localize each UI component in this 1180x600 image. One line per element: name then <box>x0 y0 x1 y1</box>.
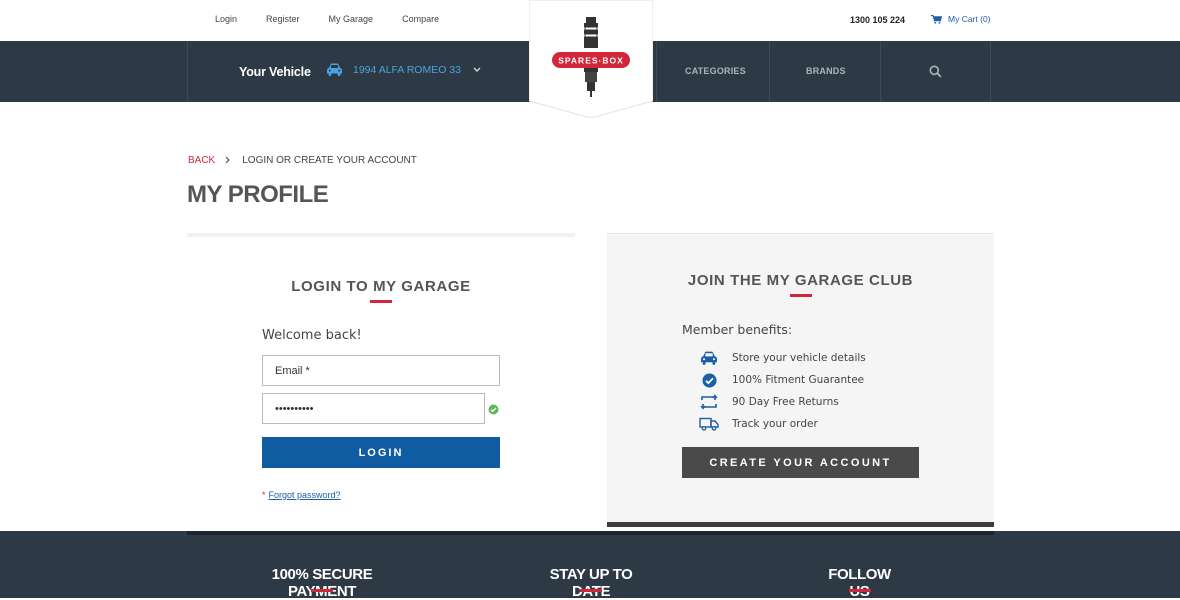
title-underline <box>370 300 392 303</box>
nav-brands[interactable]: BRANDS <box>806 66 846 76</box>
footer-underline <box>849 589 871 592</box>
benefit-item: 90 Day Free Returns <box>697 393 839 411</box>
phone-number[interactable]: 1300 105 224 <box>850 15 905 25</box>
login-title: LOGIN TO MY GARAGE <box>291 278 471 295</box>
check-valid-icon <box>488 402 499 420</box>
benefit-text: 100% Fitment Guarantee <box>732 374 865 386</box>
breadcrumb-back[interactable]: BACK <box>188 155 215 166</box>
car-icon <box>327 63 342 76</box>
footer-underline <box>311 589 333 592</box>
nav-divider <box>656 41 657 102</box>
footer-secure-payment: 100% SECURE PAYMENT <box>271 566 373 600</box>
login-panel: LOGIN TO MY GARAGE Welcome back! LOGIN *… <box>187 233 575 531</box>
join-panel-bottom-border <box>607 522 994 527</box>
email-field[interactable] <box>262 355 500 386</box>
benefit-text: Track your order <box>732 418 818 430</box>
breadcrumb: BACK LOGIN OR CREATE YOUR ACCOUNT <box>188 155 417 166</box>
top-link-register[interactable]: Register <box>266 14 300 24</box>
top-link-login[interactable]: Login <box>215 14 237 24</box>
truck-icon <box>697 415 721 433</box>
footer: 100% SECURE PAYMENT STAY UP TO DATE FOLL… <box>0 531 1180 600</box>
forgot-star: * <box>262 490 266 500</box>
nav-divider <box>880 41 881 102</box>
sparesbox-logo: SPARES·BOX <box>529 0 653 118</box>
your-vehicle-label: Your Vehicle <box>239 65 311 79</box>
footer-underline <box>580 589 602 592</box>
join-panel: JOIN THE MY GARAGE CLUB Member benefits:… <box>607 233 994 527</box>
create-account-button[interactable]: CREATE YOUR ACCOUNT <box>682 447 919 478</box>
benefit-item: Store your vehicle details <box>697 349 866 367</box>
check-circle-icon <box>697 371 721 389</box>
benefits-heading: Member benefits: <box>682 322 793 337</box>
login-button[interactable]: LOGIN <box>262 437 500 468</box>
logo-text: SPARES·BOX <box>558 56 624 66</box>
title-underline <box>790 294 812 297</box>
password-field[interactable] <box>262 393 485 424</box>
top-links: Login Register My Garage Compare <box>215 14 468 24</box>
benefit-text: 90 Day Free Returns <box>732 396 839 408</box>
footer-stay-up-to-date: STAY UP TO DATE <box>549 566 633 600</box>
benefit-item: Track your order <box>697 415 818 433</box>
chevron-down-icon <box>473 67 481 72</box>
join-title: JOIN THE MY GARAGE CLUB <box>687 272 914 289</box>
breadcrumb-current: LOGIN OR CREATE YOUR ACCOUNT <box>242 155 417 166</box>
nav-divider <box>187 41 188 102</box>
forgot-password-link[interactable]: Forgot password? <box>269 490 341 500</box>
logo-tab[interactable]: SPARES·BOX <box>529 0 653 118</box>
chevron-right-icon <box>225 156 231 166</box>
page-title: MY PROFILE <box>187 181 329 208</box>
nav-categories[interactable]: CATEGORIES <box>685 66 746 76</box>
vehicle-selected-text: 1994 ALFA ROMEO 33 <box>353 63 461 76</box>
search-icon <box>929 65 942 78</box>
nav-divider <box>990 41 991 102</box>
car-icon <box>697 349 721 367</box>
top-link-compare[interactable]: Compare <box>402 14 439 24</box>
return-arrows-icon <box>697 393 721 411</box>
cart-icon <box>931 14 942 24</box>
nav-divider <box>769 41 770 102</box>
footer-top-line <box>187 531 994 535</box>
top-link-my-garage[interactable]: My Garage <box>329 14 374 24</box>
benefit-text: Store your vehicle details <box>732 352 866 364</box>
cart-label: My Cart (0) <box>948 14 991 24</box>
footer-follow-us: FOLLOW US <box>828 566 891 600</box>
cart-link[interactable]: My Cart (0) <box>931 14 991 24</box>
forgot-password: * Forgot password? <box>262 490 341 500</box>
welcome-text: Welcome back! <box>262 328 362 343</box>
search-button[interactable] <box>929 65 942 83</box>
benefit-item: 100% Fitment Guarantee <box>697 371 864 389</box>
vehicle-selector[interactable]: 1994 ALFA ROMEO 33 <box>326 63 481 76</box>
